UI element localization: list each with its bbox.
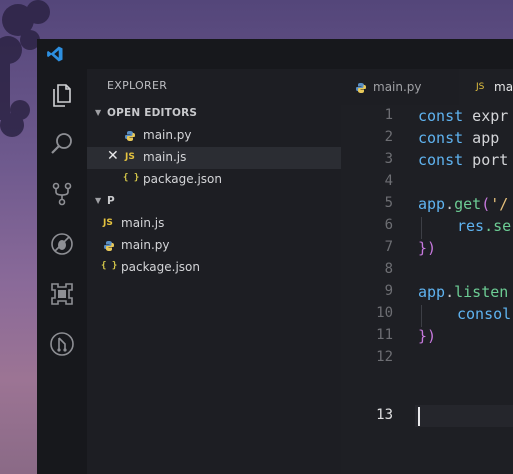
open-editor-item[interactable]: main.py — [87, 125, 341, 147]
source-control-button[interactable] — [49, 181, 75, 207]
open-editor-item-active[interactable]: ✕ JS main.js — [87, 147, 341, 169]
json-icon: { } — [101, 261, 118, 271]
open-editor-label: main.js — [143, 150, 187, 164]
code-brace: }) — [418, 239, 437, 257]
debug-button[interactable] — [49, 231, 75, 257]
code-text: .se — [484, 217, 512, 235]
remote-git-button[interactable] — [49, 331, 75, 357]
code-text: app — [463, 129, 500, 147]
js-icon: JS — [476, 82, 485, 92]
code-object: app — [418, 283, 446, 301]
close-icon[interactable]: ✕ — [107, 148, 119, 164]
current-line-highlight — [415, 405, 513, 427]
line-number: 4 — [384, 173, 393, 189]
search-icon — [51, 133, 72, 154]
file-label: main.js — [121, 216, 165, 230]
line-number: 11 — [376, 327, 393, 343]
code-line: app.listen — [418, 283, 508, 301]
json-icon: { } — [123, 173, 140, 183]
code-text: expr — [463, 107, 509, 125]
code-string: '/ — [490, 195, 509, 213]
open-editors-header[interactable]: ▼ OPEN EDITORS — [87, 103, 341, 125]
chevron-down-icon: ▼ — [95, 108, 102, 117]
editor-tabs: main.py JS mai — [341, 69, 513, 105]
tab-main-js[interactable]: JS mai — [459, 69, 513, 105]
tab-label: mai — [494, 80, 513, 94]
file-item[interactable]: { } package.json — [87, 257, 341, 279]
file-item[interactable]: main.py — [87, 235, 341, 257]
code-line: }) — [418, 239, 436, 257]
code-function: listen — [454, 283, 509, 301]
python-icon — [356, 83, 366, 93]
git-circle-icon — [50, 332, 74, 356]
indent-guide — [421, 217, 422, 239]
line-number: 12 — [376, 349, 393, 365]
code-object: app — [418, 195, 446, 213]
explorer-button[interactable] — [49, 82, 75, 108]
search-button[interactable] — [49, 131, 75, 157]
js-icon: JS — [125, 152, 135, 162]
explorer-title: EXPLORER — [107, 79, 168, 92]
code-line: consol — [457, 305, 511, 323]
code-editor[interactable]: 1 2 3 4 5 6 7 8 9 10 11 12 13 const expr… — [341, 105, 513, 474]
code-paren: ( — [481, 195, 491, 213]
file-item[interactable]: JS main.js — [87, 213, 341, 235]
debug-bug-icon — [51, 233, 73, 255]
code-line: app.get('/ — [418, 195, 508, 213]
keyword: const — [418, 129, 464, 147]
line-number: 3 — [384, 151, 393, 167]
code-punctuation: . — [445, 195, 455, 213]
open-editor-label: package.json — [143, 172, 223, 186]
folder-label: P — [107, 195, 115, 207]
code-line: const expr — [418, 107, 508, 125]
code-text: port — [463, 151, 509, 169]
line-number: 10 — [376, 305, 393, 321]
indent-guide — [421, 305, 422, 327]
vscode-logo-icon — [47, 46, 63, 62]
line-number: 6 — [384, 217, 393, 233]
line-number: 5 — [384, 195, 393, 211]
line-number: 1 — [384, 107, 393, 123]
line-number: 8 — [384, 261, 393, 277]
code-text: consol — [457, 305, 512, 323]
tab-label: main.py — [373, 80, 422, 94]
explorer-sidebar: EXPLORER ▼ OPEN EDITORS main.py ✕ JS mai… — [87, 69, 341, 474]
editor-window: EXPLORER ▼ OPEN EDITORS main.py ✕ JS mai… — [37, 39, 513, 474]
files-icon — [53, 84, 71, 107]
code-punctuation: . — [445, 283, 455, 301]
tab-main-py[interactable]: main.py — [341, 69, 459, 105]
git-branch-icon — [52, 182, 72, 206]
extensions-button[interactable] — [49, 281, 75, 307]
keyword: const — [418, 107, 464, 125]
code-brace: }) — [418, 327, 437, 345]
chevron-down-icon: ▼ — [95, 196, 102, 205]
python-icon — [104, 241, 114, 251]
python-icon — [125, 131, 135, 141]
code-line: }) — [418, 327, 436, 345]
activity-bar — [37, 69, 87, 474]
open-editor-item[interactable]: { } package.json — [87, 169, 341, 191]
text-cursor — [418, 407, 420, 426]
folder-header[interactable]: ▼ P — [87, 191, 341, 213]
js-icon: JS — [103, 218, 113, 228]
open-editors-label: OPEN EDITORS — [107, 107, 198, 119]
code-line: const app — [418, 129, 499, 147]
file-label: main.py — [121, 238, 170, 252]
title-bar — [37, 39, 513, 69]
code-line: res.se — [457, 217, 511, 235]
keyword: const — [418, 151, 464, 169]
code-object: res — [457, 217, 485, 235]
code-function: get — [454, 195, 482, 213]
file-label: package.json — [121, 260, 201, 274]
extensions-icon — [51, 283, 73, 305]
line-number: 2 — [384, 129, 393, 145]
line-number-current: 13 — [376, 407, 393, 423]
line-number: 9 — [384, 283, 393, 299]
code-line: const port — [418, 151, 508, 169]
open-editor-label: main.py — [143, 128, 192, 142]
line-number: 7 — [384, 239, 393, 255]
